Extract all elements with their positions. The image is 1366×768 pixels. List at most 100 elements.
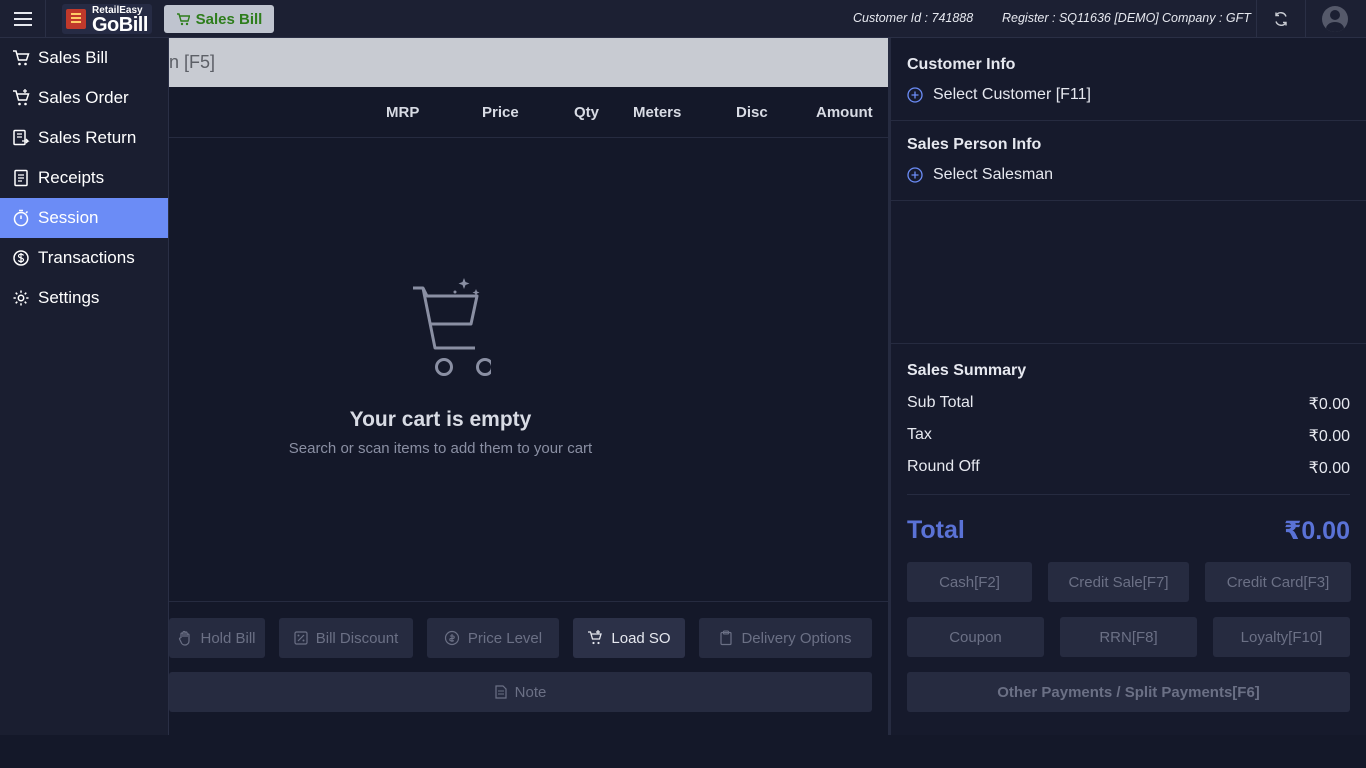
- customer-info-title: Customer Info: [907, 56, 1016, 73]
- cart-table-header: MRP Price Qty Meters Disc Amount: [169, 88, 888, 138]
- app-logo: RetailEasy GoBill: [62, 4, 152, 36]
- receipt-icon: [14, 169, 28, 187]
- clipboard-icon: [720, 630, 733, 646]
- tab-sales-bill[interactable]: Sales Bill: [164, 5, 274, 33]
- select-salesman-button[interactable]: Select Salesman: [907, 166, 1053, 184]
- tax-label: Tax: [907, 426, 932, 443]
- button-label: Note: [514, 683, 547, 701]
- cart-plus-icon: [13, 89, 30, 106]
- dollar-cycle-icon: [13, 250, 29, 266]
- plus-circle-icon: [907, 87, 923, 103]
- note-button[interactable]: Note: [169, 672, 872, 712]
- button-label: Load SO: [611, 629, 671, 647]
- sidebar-item-receipts[interactable]: Receipts: [0, 158, 168, 198]
- sales-person-info-title: Sales Person Info: [907, 136, 1042, 153]
- roundoff-row: Round Off ₹0.00: [907, 458, 1350, 478]
- column-disc: Disc: [736, 104, 768, 121]
- load-so-button[interactable]: Load SO: [573, 618, 685, 658]
- credit-sale-button[interactable]: Credit Sale[F7]: [1048, 562, 1189, 602]
- sidebar-item-label: Receipts: [38, 168, 105, 187]
- tab-label: Sales Bill: [195, 10, 263, 28]
- column-meters: Meters: [633, 104, 682, 121]
- plus-circle-icon: [907, 167, 923, 183]
- sidebar: Sales Bill Sales Order Sales Return Rece…: [0, 38, 169, 735]
- cart-icon: [13, 50, 30, 66]
- hamburger-icon: [13, 12, 32, 26]
- refresh-icon: [1275, 12, 1287, 26]
- button-label: Hold Bill: [200, 629, 256, 647]
- sidebar-item-label: Sales Bill: [38, 48, 108, 67]
- sidebar-item-sales-bill[interactable]: Sales Bill: [0, 38, 168, 78]
- roundoff-value: ₹0.00: [1308, 460, 1350, 477]
- empty-cart-title: Your cart is empty: [349, 408, 532, 431]
- hand-icon: [179, 630, 191, 646]
- roundoff-label: Round Off: [907, 458, 980, 475]
- user-avatar[interactable]: [1322, 6, 1348, 32]
- subtotal-value: ₹0.00: [1308, 396, 1350, 413]
- column-qty: Qty: [574, 104, 600, 121]
- stopwatch-icon: [13, 209, 29, 227]
- top-bar: RetailEasy GoBill Sales Bill Customer Id…: [0, 0, 1366, 38]
- total-row: Total ₹0.00: [907, 516, 1350, 546]
- empty-cart-icon: [412, 278, 494, 376]
- hold-bill-button[interactable]: Hold Bill: [169, 618, 265, 658]
- empty-cart-subtitle: Search or scan items to add them to your…: [288, 440, 593, 457]
- button-label: Select Salesman: [933, 166, 1054, 183]
- sidebar-item-label: Session: [38, 208, 99, 227]
- sales-summary-title: Sales Summary: [907, 362, 1027, 379]
- section-divider: [891, 120, 1366, 121]
- subtotal-row: Sub Total ₹0.00: [907, 394, 1350, 414]
- price-level-button[interactable]: Price Level: [427, 618, 559, 658]
- sidebar-item-label: Sales Order: [38, 88, 129, 107]
- sync-button[interactable]: [1256, 0, 1306, 38]
- percent-tag-icon: [294, 631, 308, 645]
- sidebar-item-sales-order[interactable]: Sales Order: [0, 78, 168, 118]
- coupon-button[interactable]: Coupon: [907, 617, 1044, 657]
- customer-id-text: Customer Id : 741888: [853, 11, 974, 25]
- sidebar-item-settings[interactable]: Settings: [0, 278, 168, 318]
- empty-cart-illustration: [169, 270, 712, 385]
- column-price: Price: [482, 104, 519, 121]
- logo-mark-icon: [66, 9, 86, 29]
- gear-icon: [13, 290, 29, 306]
- column-amount: Amount: [816, 104, 873, 121]
- sidebar-item-label: Transactions: [38, 248, 135, 267]
- sidebar-item-transactions[interactable]: Transactions: [0, 238, 168, 278]
- summary-divider: [907, 494, 1350, 495]
- menu-toggle-button[interactable]: [0, 0, 46, 38]
- sidebar-item-session[interactable]: Session: [0, 198, 168, 238]
- button-label: Delivery Options: [741, 629, 852, 647]
- credit-card-button[interactable]: Credit Card[F3]: [1205, 562, 1351, 602]
- register-text: Register : SQ11636 [DEMO]: [1002, 11, 1159, 25]
- section-divider: [891, 200, 1366, 201]
- sidebar-item-label: Settings: [38, 288, 100, 307]
- loyalty-button[interactable]: Loyalty[F10]: [1213, 617, 1350, 657]
- cart-icon: [176, 12, 190, 25]
- select-customer-button[interactable]: Select Customer [F11]: [907, 86, 1091, 104]
- coin-icon: [444, 630, 459, 646]
- sidebar-item-sales-return[interactable]: Sales Return: [0, 118, 168, 158]
- subtotal-label: Sub Total: [907, 394, 974, 411]
- note-icon: [495, 685, 507, 699]
- total-label: Total: [907, 516, 965, 544]
- sidebar-item-label: Sales Return: [38, 128, 137, 147]
- company-text: Company : GFT: [1162, 11, 1251, 25]
- delivery-options-button[interactable]: Delivery Options: [699, 618, 872, 658]
- item-search-input[interactable]: [169, 38, 888, 87]
- other-payments-button[interactable]: Other Payments / Split Payments[F6]: [907, 672, 1350, 712]
- button-label: Bill Discount: [315, 629, 399, 647]
- tax-value: ₹0.00: [1308, 428, 1350, 445]
- cash-payment-button[interactable]: Cash[F2]: [907, 562, 1032, 602]
- button-label: Select Customer [F11]: [933, 86, 1091, 103]
- cart-plus-icon: [588, 630, 603, 645]
- section-divider: [891, 343, 1366, 344]
- tax-row: Tax ₹0.00: [907, 426, 1350, 446]
- return-icon: [13, 129, 30, 146]
- logo-big-text: GoBill: [92, 14, 148, 36]
- column-mrp: MRP: [386, 104, 420, 121]
- bill-discount-button[interactable]: Bill Discount: [279, 618, 413, 658]
- total-value: ₹0.00: [1283, 517, 1350, 545]
- rrn-button[interactable]: RRN[F8]: [1060, 617, 1197, 657]
- search-bar: [169, 38, 888, 87]
- button-label: Price Level: [467, 629, 543, 647]
